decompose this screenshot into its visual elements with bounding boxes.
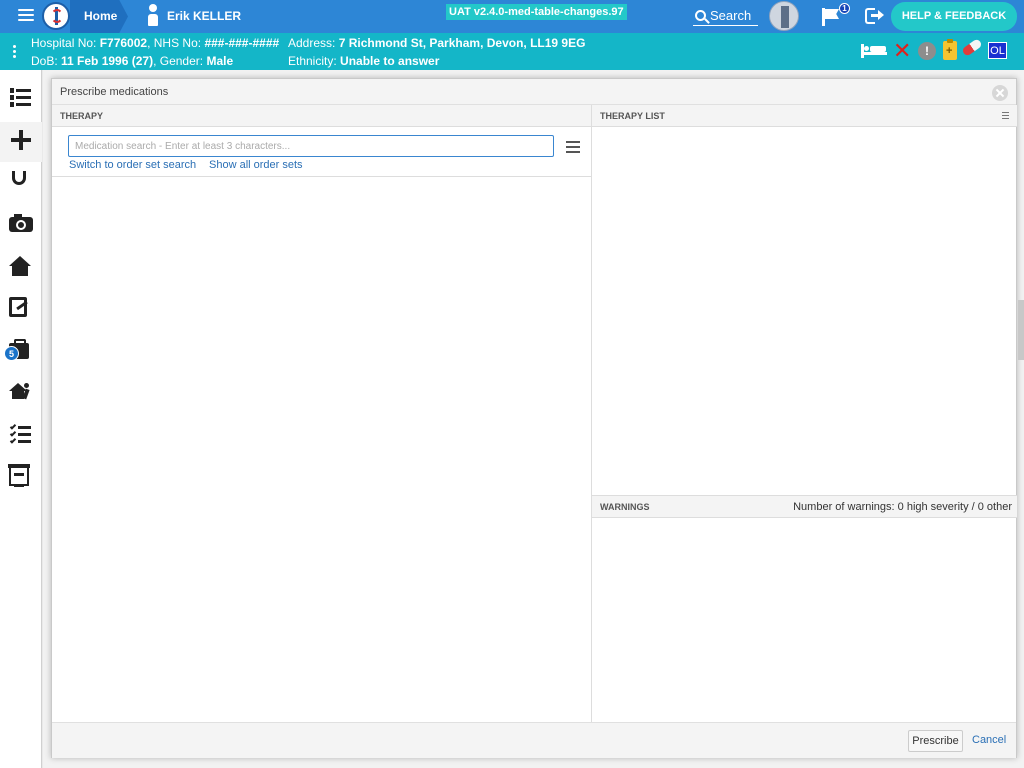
patient-ethnicity: Ethnicity: Unable to answer [288,54,439,68]
switch-order-set-link[interactable]: Switch to order set search [69,159,196,171]
nhs-no: ###-###-#### [204,36,280,50]
warnings-header: WARNINGS Number of warnings: 0 high seve… [592,496,1017,518]
patient-demographics: DoB: 11 Feb 1996 (27), Gender: Male [31,54,233,68]
version-badge: UAT v2.4.0-med-table-changes.97 [446,4,627,20]
address: 7 Richmond St, Parkham, Devon, LL19 9EG [338,36,586,50]
clipboard-icon[interactable] [943,39,957,60]
hospital-no: F776002 [99,36,148,50]
show-all-order-sets-link[interactable]: Show all order sets [209,159,303,171]
prescribe-button[interactable]: Prescribe [908,730,963,752]
more-options-icon[interactable] [13,45,16,60]
hamburger-list-icon[interactable] [566,141,580,156]
therapy-list-header-label: THERAPY LIST [600,111,665,121]
gender: Male [206,54,234,68]
global-search-label: Search [710,7,752,23]
patient-ids: Hospital No: F776002, NHS No: ###-###-##… [31,36,279,50]
ol-badge[interactable]: OL [988,42,1007,59]
pharmacy-icon[interactable] [8,464,30,487]
checklist-icon[interactable] [9,422,33,446]
therapy-pane: THERAPY Switch to order set search Show … [52,105,592,722]
therapy-list-pane: THERAPY LIST WARNINGS Number of warnings… [592,105,1017,722]
help-feedback-button[interactable]: HELP & FEEDBACK [891,2,1017,31]
left-navigation: 5 [0,70,42,768]
logout-icon[interactable] [865,8,885,24]
ethnicity: Unable to answer [340,54,440,68]
close-icon[interactable] [992,85,1008,101]
warnings-count: Number of warnings: 0 high severity / 0 … [793,501,1012,513]
top-bar: Home Erik KELLER UAT v2.4.0-med-table-ch… [0,0,1024,33]
nhs-no-label: , NHS No: [147,36,205,50]
warnings-body [592,518,1017,722]
prescribe-medications-dialog: Prescribe medications THERAPY Switch to … [51,78,1017,758]
cancel-button[interactable]: Cancel [972,734,1006,746]
close-x-icon[interactable]: ✕ [893,38,911,64]
breadcrumb-home-label[interactable]: Home [84,9,117,23]
therapy-list-body [592,127,1017,496]
patient-address: Address: 7 Richmond St, Parkham, Devon, … [288,36,585,50]
current-user-name[interactable]: Erik KELLER [167,9,241,23]
plus-icon[interactable] [9,128,33,152]
therapy-list-menu-icon[interactable] [1002,112,1009,121]
ethnicity-label: Ethnicity: [288,54,341,68]
discharge-icon[interactable] [9,379,33,403]
page-scrollbar[interactable] [1018,300,1024,360]
therapy-search-zone: Switch to order set search Show all orde… [52,127,591,177]
therapy-header: THERAPY [52,105,591,127]
global-search-button[interactable]: Search [693,5,758,26]
bed-icon[interactable] [861,42,887,58]
document-edit-icon[interactable] [9,297,27,317]
hospital-no-label: Hospital No: [31,36,100,50]
dialog-header: Prescribe medications [52,79,1016,105]
caduceus-logo-icon[interactable] [42,2,70,30]
notification-badge: 1 [839,3,850,14]
hamburger-menu-icon[interactable] [18,9,34,23]
search-icon [695,9,706,21]
dialog-title: Prescribe medications [60,86,169,98]
home-icon[interactable] [9,256,31,278]
therapy-header-label: THERAPY [60,111,104,121]
therapy-list-header: THERAPY LIST [592,105,1017,127]
gender-label: , Gender: [153,54,207,68]
flag-icon[interactable] [822,8,840,26]
camera-icon[interactable] [9,214,33,232]
warnings-header-label: WARNINGS [600,502,650,512]
user-icon [144,4,162,28]
list-icon[interactable] [9,86,33,110]
nav-badge-count: 5 [4,346,19,361]
dialog-footer: Prescribe Cancel [52,722,1016,758]
dob: 11 Feb 1996 (27) [61,54,154,68]
address-label: Address: [288,36,339,50]
user-avatar[interactable] [769,1,799,31]
medication-search-input[interactable] [68,135,554,157]
alert-icon[interactable]: ! [918,42,936,60]
dob-label: DoB: [31,54,62,68]
stethoscope-icon[interactable] [12,171,26,185]
